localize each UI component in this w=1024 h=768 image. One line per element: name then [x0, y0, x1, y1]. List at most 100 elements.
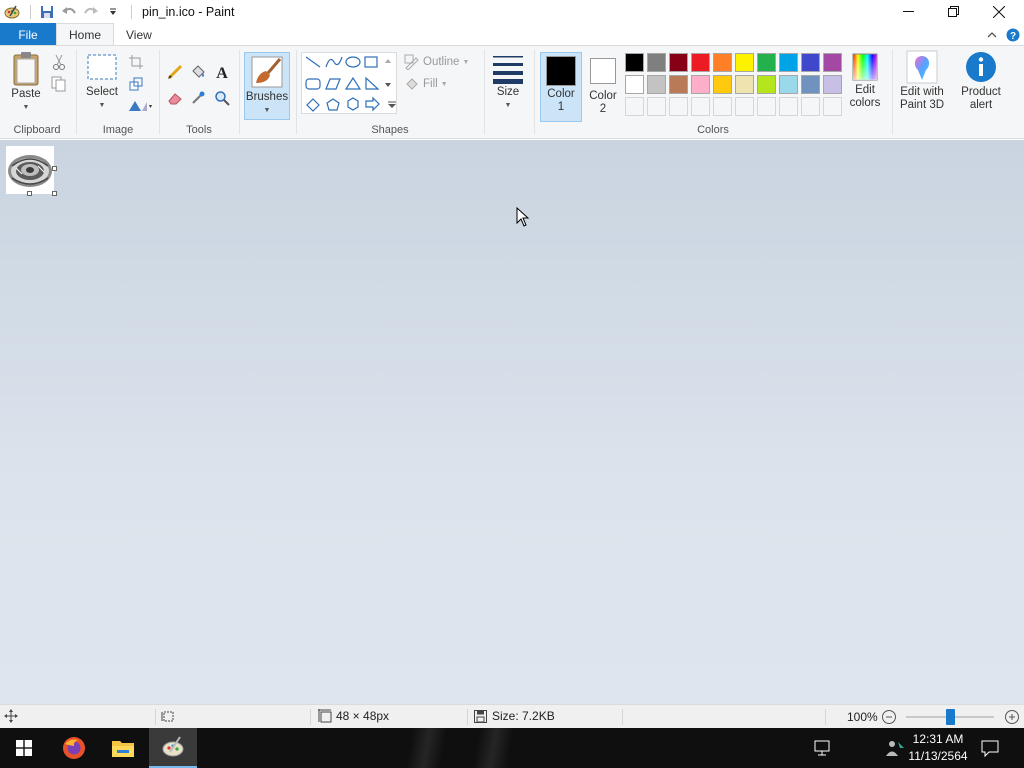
- tab-view[interactable]: View: [114, 23, 164, 46]
- palette-color-swatch[interactable]: [669, 75, 688, 94]
- canvas-image[interactable]: [6, 146, 54, 194]
- shapes-gallery[interactable]: [301, 52, 397, 114]
- palette-custom-slot[interactable]: [779, 97, 798, 116]
- brushes-label: Brushes: [245, 91, 289, 103]
- clipboard-group-label: Clipboard: [13, 124, 61, 136]
- color2-label-line1: Color: [589, 90, 617, 102]
- restore-button[interactable]: [930, 0, 976, 23]
- brushes-button[interactable]: Brushes ▼: [244, 52, 290, 120]
- outline-label: Outline: [423, 56, 460, 68]
- taskbar-paint[interactable]: [149, 728, 197, 768]
- resize-handle-right[interactable]: [52, 166, 57, 171]
- palette-color-swatch[interactable]: [779, 53, 798, 72]
- palette-color-swatch[interactable]: [647, 75, 666, 94]
- crop-icon[interactable]: [126, 52, 146, 72]
- palette-color-swatch[interactable]: [625, 53, 644, 72]
- image-group: Select ▼ Image: [78, 46, 158, 138]
- palette-color-swatch[interactable]: [691, 53, 710, 72]
- copy-icon[interactable]: [49, 74, 69, 94]
- palette-custom-slot[interactable]: [757, 97, 776, 116]
- help-icon[interactable]: ?: [1002, 25, 1024, 45]
- fill-button[interactable]: Fill ▼: [404, 76, 448, 92]
- zoom-slider-thumb[interactable]: [945, 709, 955, 725]
- system-clock[interactable]: 12:31 AM 11/13/2564: [908, 731, 968, 765]
- redo-icon[interactable]: [81, 2, 101, 22]
- expand-ribbon-icon[interactable]: [982, 25, 1002, 45]
- canvas-workspace[interactable]: [0, 140, 1024, 704]
- paste-label: Paste: [11, 88, 41, 100]
- tab-home[interactable]: Home: [56, 23, 115, 46]
- network-icon[interactable]: [813, 738, 833, 761]
- fill-icon: [406, 78, 418, 90]
- palette-color-swatch[interactable]: [823, 75, 842, 94]
- paint-app-icon[interactable]: [2, 2, 22, 22]
- user-tray-icon[interactable]: [884, 738, 906, 761]
- colors-group: Color 1 Color 2 Edit colors Colors: [536, 46, 890, 138]
- taskbar-firefox[interactable]: [50, 728, 98, 768]
- fill-bucket-icon[interactable]: [188, 62, 208, 82]
- customize-qat-icon[interactable]: [103, 2, 123, 22]
- tab-file[interactable]: File: [0, 23, 56, 46]
- taskbar: 12:31 AM 11/13/2564: [0, 728, 1024, 768]
- palette-color-swatch[interactable]: [735, 75, 754, 94]
- size-label: Size: [496, 86, 520, 98]
- palette-color-swatch[interactable]: [625, 75, 644, 94]
- color2-button[interactable]: Color 2: [584, 56, 622, 116]
- palette-color-swatch[interactable]: [669, 53, 688, 72]
- palette-color-swatch[interactable]: [713, 53, 732, 72]
- start-button[interactable]: [0, 728, 48, 768]
- paste-dropdown-icon: ▼: [22, 104, 30, 111]
- palette-custom-slot[interactable]: [691, 97, 710, 116]
- size-button[interactable]: Size ▼: [488, 50, 528, 112]
- paste-button[interactable]: Paste ▼: [6, 50, 46, 114]
- taskbar-file-explorer[interactable]: [99, 728, 147, 768]
- palette-custom-slot[interactable]: [625, 97, 644, 116]
- colors-group-label: Colors: [697, 124, 729, 136]
- zoom-in-button[interactable]: [1004, 709, 1020, 728]
- disk-icon: [474, 709, 487, 723]
- zoom-out-button[interactable]: [881, 709, 897, 728]
- resize-handle-corner[interactable]: [52, 191, 57, 196]
- save-icon[interactable]: [37, 2, 57, 22]
- resize-handle-bottom[interactable]: [27, 191, 32, 196]
- select-button[interactable]: Select ▼: [82, 50, 122, 112]
- color-picker-icon[interactable]: [188, 88, 208, 108]
- edit-with-paint3d-button[interactable]: Edit with Paint 3D: [895, 50, 949, 112]
- cut-icon[interactable]: [49, 52, 69, 72]
- paint3d-icon: [906, 50, 938, 84]
- palette-custom-slot[interactable]: [647, 97, 666, 116]
- paint-taskbar-icon: [162, 736, 184, 757]
- outline-button[interactable]: Outline ▼: [404, 54, 469, 70]
- file-size-text: Size: 7.2KB: [492, 709, 555, 723]
- palette-custom-slot[interactable]: [801, 97, 820, 116]
- paint3d-line2: Paint 3D: [899, 99, 945, 111]
- palette-color-swatch[interactable]: [801, 53, 820, 72]
- palette-color-swatch[interactable]: [647, 53, 666, 72]
- edit-colors-button[interactable]: Edit colors: [846, 50, 884, 110]
- palette-custom-slot[interactable]: [735, 97, 754, 116]
- palette-color-swatch[interactable]: [691, 75, 710, 94]
- action-center-icon[interactable]: [980, 738, 1000, 761]
- pencil-icon[interactable]: [165, 62, 185, 82]
- eraser-icon[interactable]: [165, 88, 185, 108]
- color1-button[interactable]: Color 1: [540, 52, 582, 122]
- palette-custom-slot[interactable]: [823, 97, 842, 116]
- close-button[interactable]: [976, 0, 1022, 23]
- palette-custom-slot[interactable]: [669, 97, 688, 116]
- palette-color-swatch[interactable]: [823, 53, 842, 72]
- shapes-more-icon[interactable]: [385, 98, 399, 112]
- undo-icon[interactable]: [59, 2, 79, 22]
- text-icon[interactable]: A: [212, 62, 232, 82]
- palette-custom-slot[interactable]: [713, 97, 732, 116]
- palette-color-swatch[interactable]: [801, 75, 820, 94]
- palette-color-swatch[interactable]: [757, 75, 776, 94]
- rotate-icon[interactable]: [126, 96, 154, 116]
- magnifier-icon[interactable]: [212, 88, 232, 108]
- palette-color-swatch[interactable]: [713, 75, 732, 94]
- palette-color-swatch[interactable]: [779, 75, 798, 94]
- palette-color-swatch[interactable]: [735, 53, 754, 72]
- palette-color-swatch[interactable]: [757, 53, 776, 72]
- resize-icon[interactable]: [126, 74, 146, 94]
- minimize-button[interactable]: [885, 0, 931, 23]
- product-alert-button[interactable]: Product alert: [955, 50, 1007, 112]
